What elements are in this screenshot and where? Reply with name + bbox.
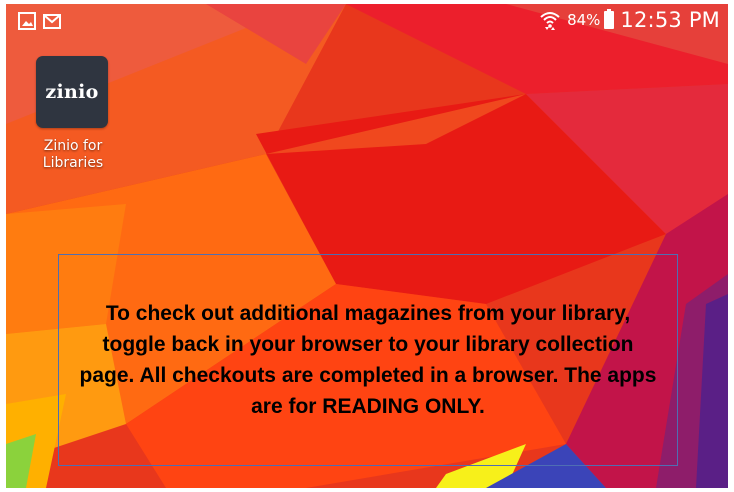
battery-percentage: 84%: [567, 11, 601, 29]
status-bar: 84% 12:53 PM: [6, 4, 728, 38]
gallery-notification-icon: [18, 12, 36, 30]
gmail-notification-icon: [43, 14, 61, 29]
zinio-app-icon[interactable]: zinio: [36, 56, 108, 128]
home-screen: 84% 12:53 PM zinio Zinio for Libraries T…: [6, 4, 728, 488]
reading-only-notice: To check out additional magazines from y…: [58, 254, 678, 466]
battery-icon: [604, 9, 615, 29]
status-clock: 12:53 PM: [620, 8, 720, 32]
notice-text: To check out additional magazines from y…: [79, 302, 657, 418]
wifi-icon: [540, 12, 560, 30]
app-label: Zinio for Libraries: [42, 138, 104, 171]
zinio-app-shortcut[interactable]: zinio Zinio for Libraries: [36, 56, 110, 172]
zinio-logo-text: zinio: [45, 81, 99, 103]
